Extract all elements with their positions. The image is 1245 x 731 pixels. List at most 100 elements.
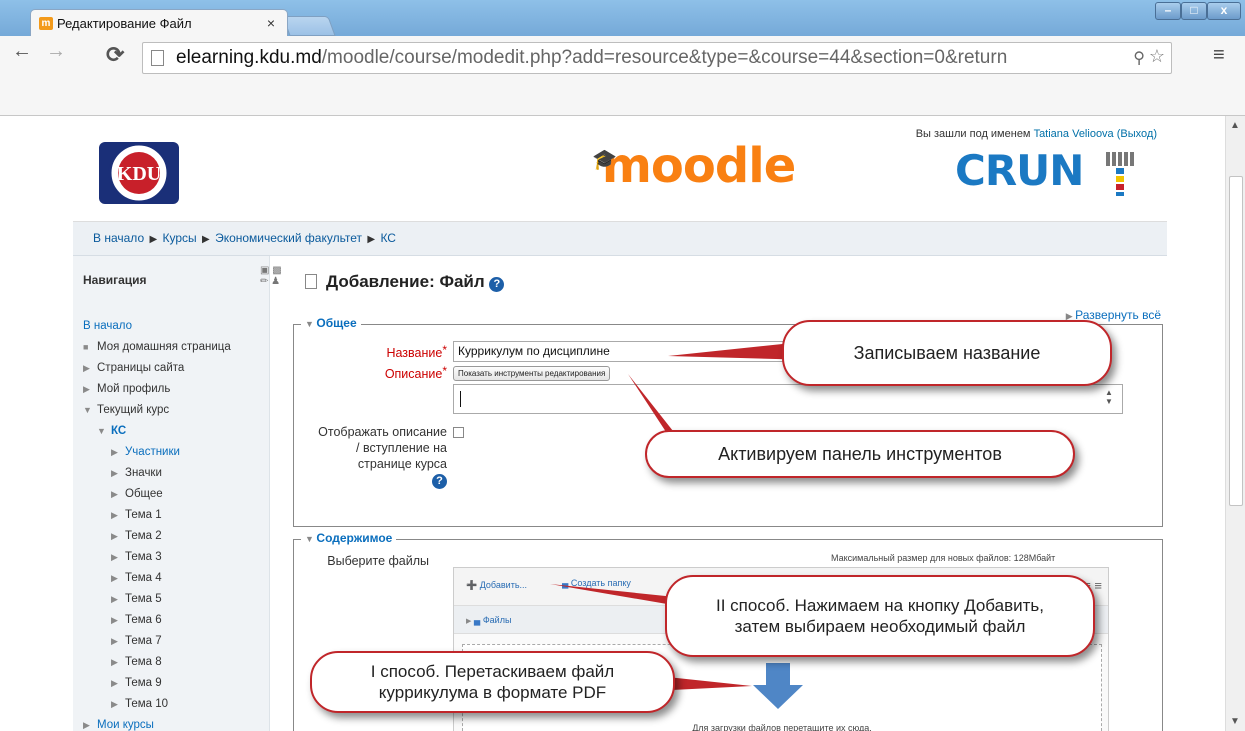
minimize-button[interactable]: – [1155,2,1181,20]
max-size-note: Максимальный размер для новых файлов: 12… [831,553,1056,563]
tab-title: Редактирование Файл [57,16,192,31]
collapsed-icon: ▶ [83,384,90,394]
nav-item[interactable]: ▶ Участники [83,442,268,463]
description-textarea[interactable] [453,384,1123,414]
content-legend[interactable]: ▼ Содержимое [301,531,397,545]
collapsed-icon: ▶ [111,678,118,688]
nav-item[interactable]: В начало [83,316,268,337]
vertical-scrollbar[interactable]: ▲ ▼ [1225,116,1245,731]
nav-item-label: Общее [125,488,163,500]
browser-menu-icon[interactable]: ≡ [1213,44,1225,67]
callout-toolbar: Активируем панель инструментов [645,430,1075,478]
nav-item[interactable]: ▶ Тема 3 [83,547,268,568]
general-legend[interactable]: ▼ Общее [301,316,361,330]
file-icon [305,274,317,289]
scroll-up-icon[interactable]: ▲ [1230,120,1240,131]
collapsed-icon: ▶ [111,531,118,541]
create-folder-button[interactable]: ▄ Создать папку [562,578,631,588]
browser-tab[interactable]: m Редактирование Файл × [30,9,288,37]
edit-icon[interactable]: ✏ [260,276,268,287]
nav-item-label: Тема 7 [125,635,162,647]
navigation-block: Навигация ▣ ▩ ✏ ♟ В начало ■ Моя домашняя … [73,256,282,731]
breadcrumb-item[interactable]: Экономический факультет [215,231,362,245]
collapse-icon[interactable]: ▣ [260,265,269,276]
nav-item-label: Моя домашняя страница [97,341,231,353]
show-description-label: Отображать описание / вступление на стра… [318,425,447,489]
nav-item[interactable]: ▼ КС [83,421,268,442]
nav-item[interactable]: ▶ Тема 9 [83,673,268,694]
text-cursor [460,391,461,407]
page-title: Добавление: Файл ? [305,272,505,292]
callout-method-1: I способ. Перетаскиваем файл куррикулума… [310,651,675,713]
assign-roles-icon[interactable]: ♟ [271,276,280,287]
add-file-icon: ➕ [466,580,478,590]
callout-name: Записываем название [782,320,1112,386]
nav-item-label: Тема 10 [125,698,169,710]
moodle-favicon-icon: m [39,17,53,30]
nav-item[interactable]: ▶ Тема 2 [83,526,268,547]
block-controls[interactable]: ▣ ▩ ✏ ♟ [260,265,292,287]
moodle-logo[interactable]: 🎓moodle [578,138,796,194]
nav-item-label: Тема 9 [125,677,162,689]
help-icon[interactable]: ? [489,277,505,292]
zoom-icon[interactable]: ⚲ [1133,48,1145,68]
back-arrow-icon[interactable]: ← [12,40,32,63]
show-description-checkbox[interactable] [453,427,464,438]
nav-item[interactable]: ▶ Тема 5 [83,589,268,610]
nav-item[interactable]: ▼ Текущий курс [83,400,268,421]
textarea-resize-arrows-icon[interactable]: ▲ ▼ [1105,388,1113,406]
address-bar[interactable]: elearning.kdu.md/moodle/course/modedit.p… [142,42,1172,74]
collapsed-icon: ▶ [83,363,90,373]
maximize-button[interactable]: □ [1181,2,1207,20]
nav-item-label: Тема 6 [125,614,162,626]
bullet-icon: ■ [83,342,89,352]
logout-link[interactable]: (Выход) [1117,128,1157,140]
collapsed-icon: ▶ [111,699,118,709]
reload-icon[interactable]: ⟳ [106,42,124,68]
nav-item[interactable]: ▶ Значки [83,463,268,484]
page-icon [151,50,164,66]
nav-item-label: Тема 5 [125,593,162,605]
add-file-button[interactable]: ➕ Добавить... [466,580,527,591]
show-editor-tools-button[interactable]: Показать инструменты редактирования [453,366,611,381]
navigation-tree: В начало ■ Моя домашняя страница ▶ Страницы … [83,316,268,731]
nav-item-label: Участники [125,446,180,458]
breadcrumb-item[interactable]: КС [380,231,396,245]
breadcrumb-item[interactable]: Курсы [163,231,197,245]
collapsed-icon: ▶ [111,447,118,457]
breadcrumb-item[interactable]: В начало [93,231,144,245]
scroll-down-icon[interactable]: ▼ [1230,716,1240,727]
scrollbar-thumb[interactable] [1229,176,1243,506]
url-text[interactable]: elearning.kdu.md/moodle/course/modedit.p… [176,47,1007,69]
forward-arrow-icon[interactable]: → [46,40,66,63]
nav-item[interactable]: ▶ Тема 6 [83,610,268,631]
nav-item[interactable]: ▶ Страницы сайта [83,358,268,379]
nav-item[interactable]: ■ Моя домашняя страница [83,337,268,358]
dock-icon[interactable]: ▩ [272,265,281,276]
files-folder-link[interactable]: ▶ ▄ Файлы [466,615,511,625]
name-input[interactable]: Куррикулум по дисциплине [453,341,823,362]
expanded-icon: ▼ [97,426,106,436]
nav-item-label: Мой профиль [97,383,171,395]
bookmark-star-icon[interactable]: ☆ [1149,46,1165,67]
nav-item[interactable]: ▶ Общее [83,484,268,505]
partner-logo: CRUN [955,146,1084,195]
close-window-button[interactable]: x [1207,2,1241,20]
nav-item[interactable]: ▶ Тема 7 [83,631,268,652]
nav-item[interactable]: ▶ Тема 10 [83,694,268,715]
kdu-logo: KDU [83,132,195,210]
new-tab-button[interactable] [282,16,336,36]
collapsed-icon: ▶ [111,657,118,667]
tab-close-icon[interactable]: × [267,10,275,37]
nav-item[interactable]: ▶ Тема 8 [83,652,268,673]
nav-item[interactable]: ▶ Тема 1 [83,505,268,526]
help-icon[interactable]: ? [432,474,447,489]
nav-item-label: Страницы сайта [97,362,185,374]
nav-item[interactable]: ▶ Мой профиль [83,379,268,400]
nav-item[interactable]: ▶ Тема 4 [83,568,268,589]
nav-item-label: Тема 2 [125,530,162,542]
nav-item[interactable]: ▶ Мои курсы [83,715,268,731]
svg-text:KDU: KDU [117,163,161,185]
user-link[interactable]: Tatiana Velioova [1034,128,1114,140]
nav-item-label: Текущий курс [97,404,170,416]
